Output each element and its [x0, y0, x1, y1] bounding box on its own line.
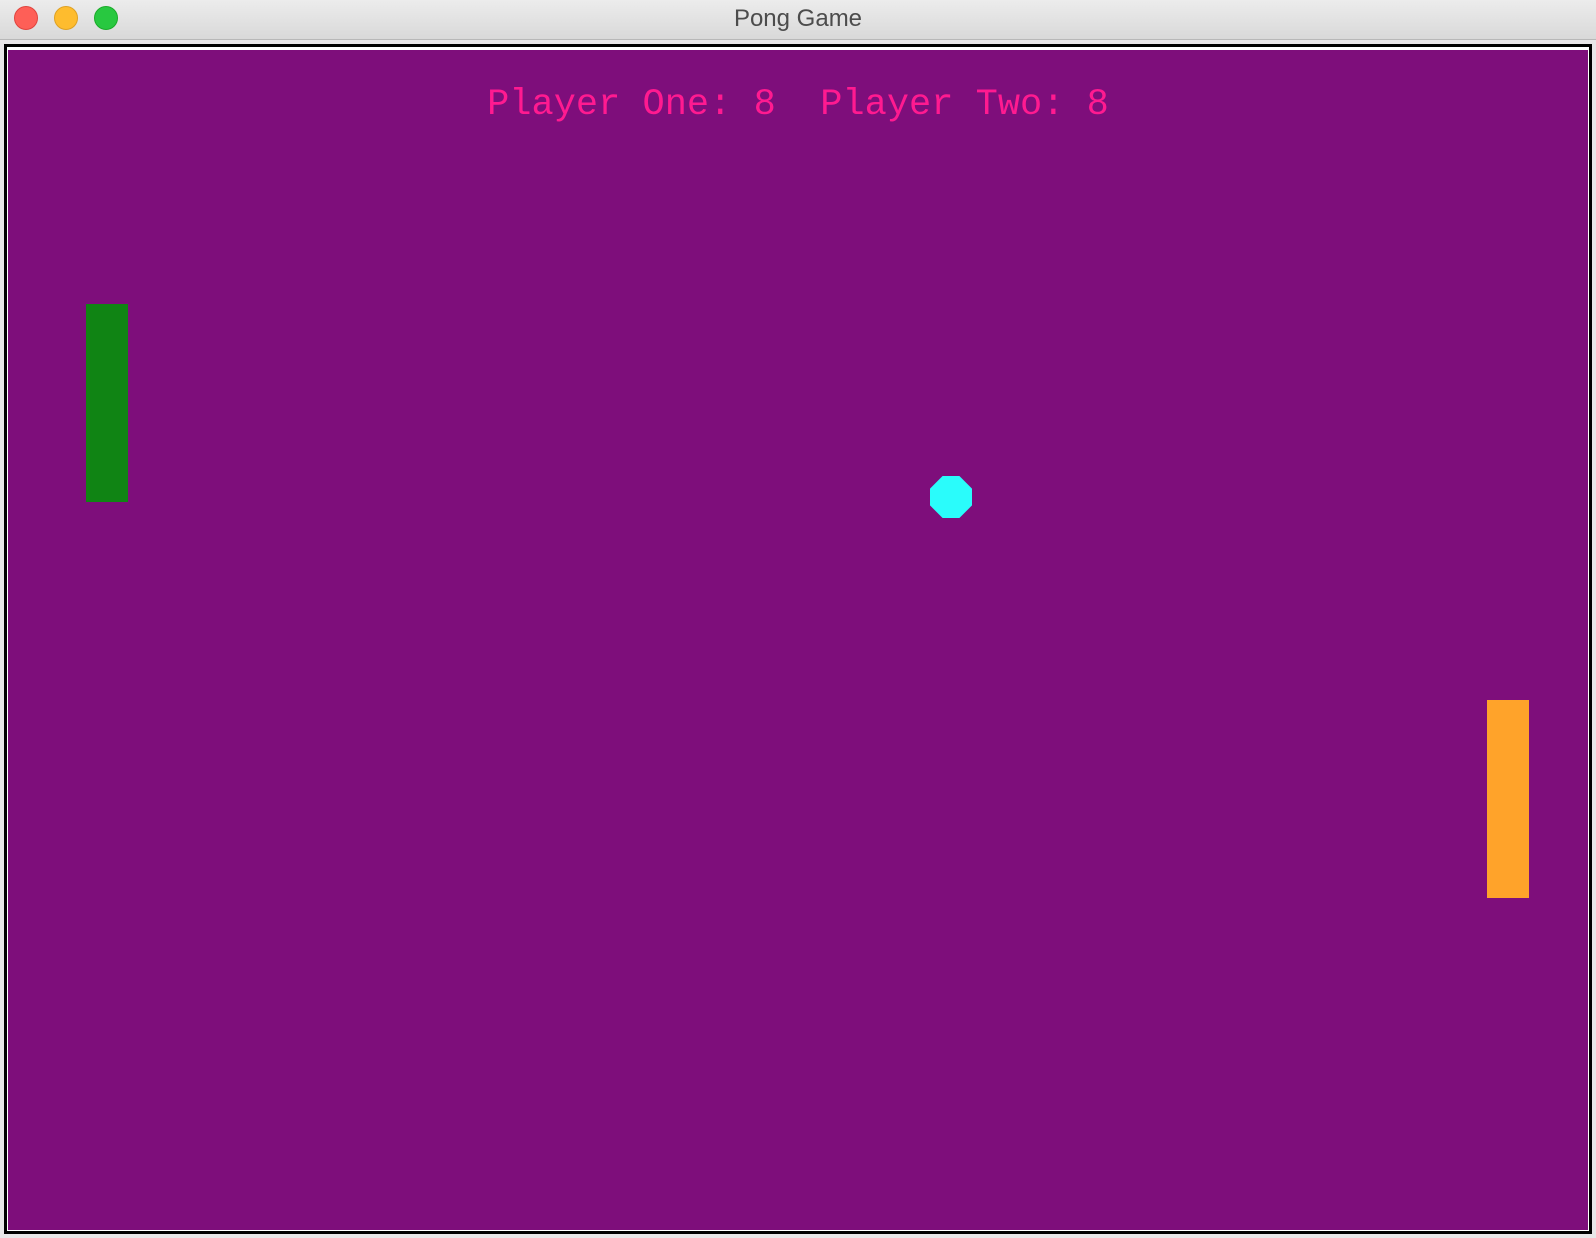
player-one-label: Player One: [487, 84, 732, 126]
scoreboard: Player One: 8 Player Two: 8 [8, 84, 1588, 126]
player-one-score: 8 [753, 84, 776, 126]
window-title: Pong Game [733, 5, 863, 32]
pong-game-window: Pong Game Player One: 8 Player Two: 8 [0, 0, 1596, 1238]
game-court[interactable]: Player One: 8 Player Two: 8 [8, 50, 1588, 1230]
title-bar[interactable]: Pong Game [0, 0, 1596, 40]
player-two-label: Player Two: [820, 84, 1065, 126]
ball [930, 476, 972, 518]
right-paddle [1487, 700, 1529, 898]
left-paddle [86, 304, 128, 502]
player-two-score: 8 [1086, 84, 1109, 126]
